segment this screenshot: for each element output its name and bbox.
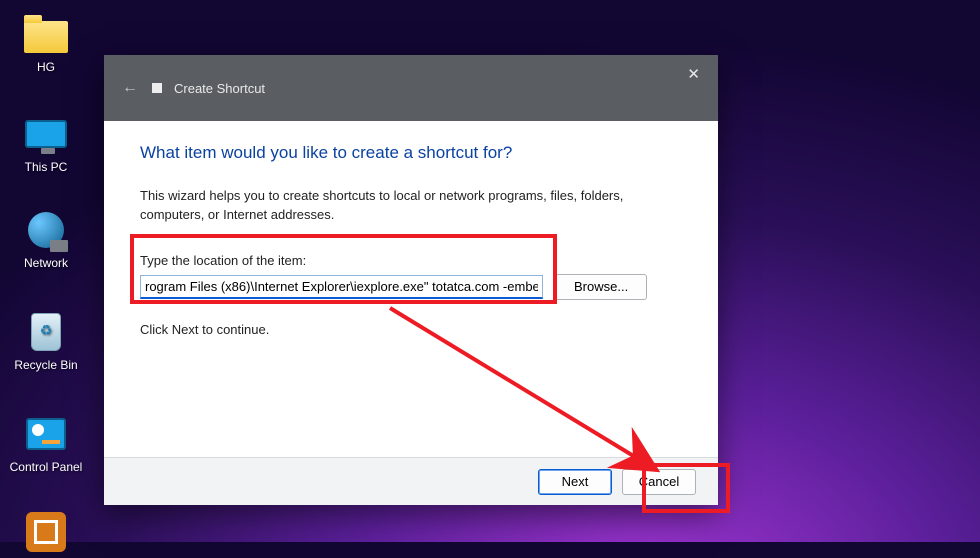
folder-icon	[22, 12, 70, 56]
dialog-body: What item would you like to create a sho…	[104, 121, 718, 457]
shortcut-wizard-icon	[152, 83, 162, 93]
desktop-icon-label: Control Panel	[10, 460, 83, 474]
computer-icon	[22, 112, 70, 156]
desktop-icon-hg[interactable]: HG	[8, 12, 84, 74]
dialog-title: Create Shortcut	[174, 81, 265, 96]
desktop-icon-label: HG	[37, 60, 55, 74]
location-label: Type the location of the item:	[140, 253, 682, 268]
dialog-heading: What item would you like to create a sho…	[140, 143, 682, 163]
location-field-group: Type the location of the item: Browse...	[140, 253, 682, 300]
control-panel-icon	[22, 412, 70, 456]
desktop-icon-control-panel[interactable]: Control Panel	[8, 412, 84, 474]
desktop-icon-network[interactable]: Network	[8, 208, 84, 270]
desktop-icon-label: This PC	[25, 160, 68, 174]
next-button[interactable]: Next	[538, 469, 612, 495]
network-icon	[22, 208, 70, 252]
location-input[interactable]	[140, 275, 543, 299]
dialog-description: This wizard helps you to create shortcut…	[140, 187, 660, 225]
button-bar: Next Cancel	[104, 457, 718, 505]
continue-hint: Click Next to continue.	[140, 322, 682, 337]
desktop-icon-this-pc[interactable]: This PC	[8, 112, 84, 174]
desktop-icon-recycle-bin[interactable]: Recycle Bin	[8, 310, 84, 372]
desktop-icon-label: Recycle Bin	[14, 358, 77, 372]
vmware-icon	[22, 510, 70, 554]
back-arrow-icon[interactable]: ←	[122, 79, 138, 97]
recycle-bin-icon	[22, 310, 70, 354]
desktop-icon-label: Network	[24, 256, 68, 270]
create-shortcut-dialog: ← Create Shortcut ✕ What item would you …	[104, 55, 718, 505]
desktop-icon-vmware[interactable]	[8, 510, 84, 558]
titlebar[interactable]: ← Create Shortcut ✕	[104, 55, 718, 121]
browse-button[interactable]: Browse...	[555, 274, 647, 300]
close-icon[interactable]: ✕	[687, 65, 700, 83]
cancel-button[interactable]: Cancel	[622, 469, 696, 495]
